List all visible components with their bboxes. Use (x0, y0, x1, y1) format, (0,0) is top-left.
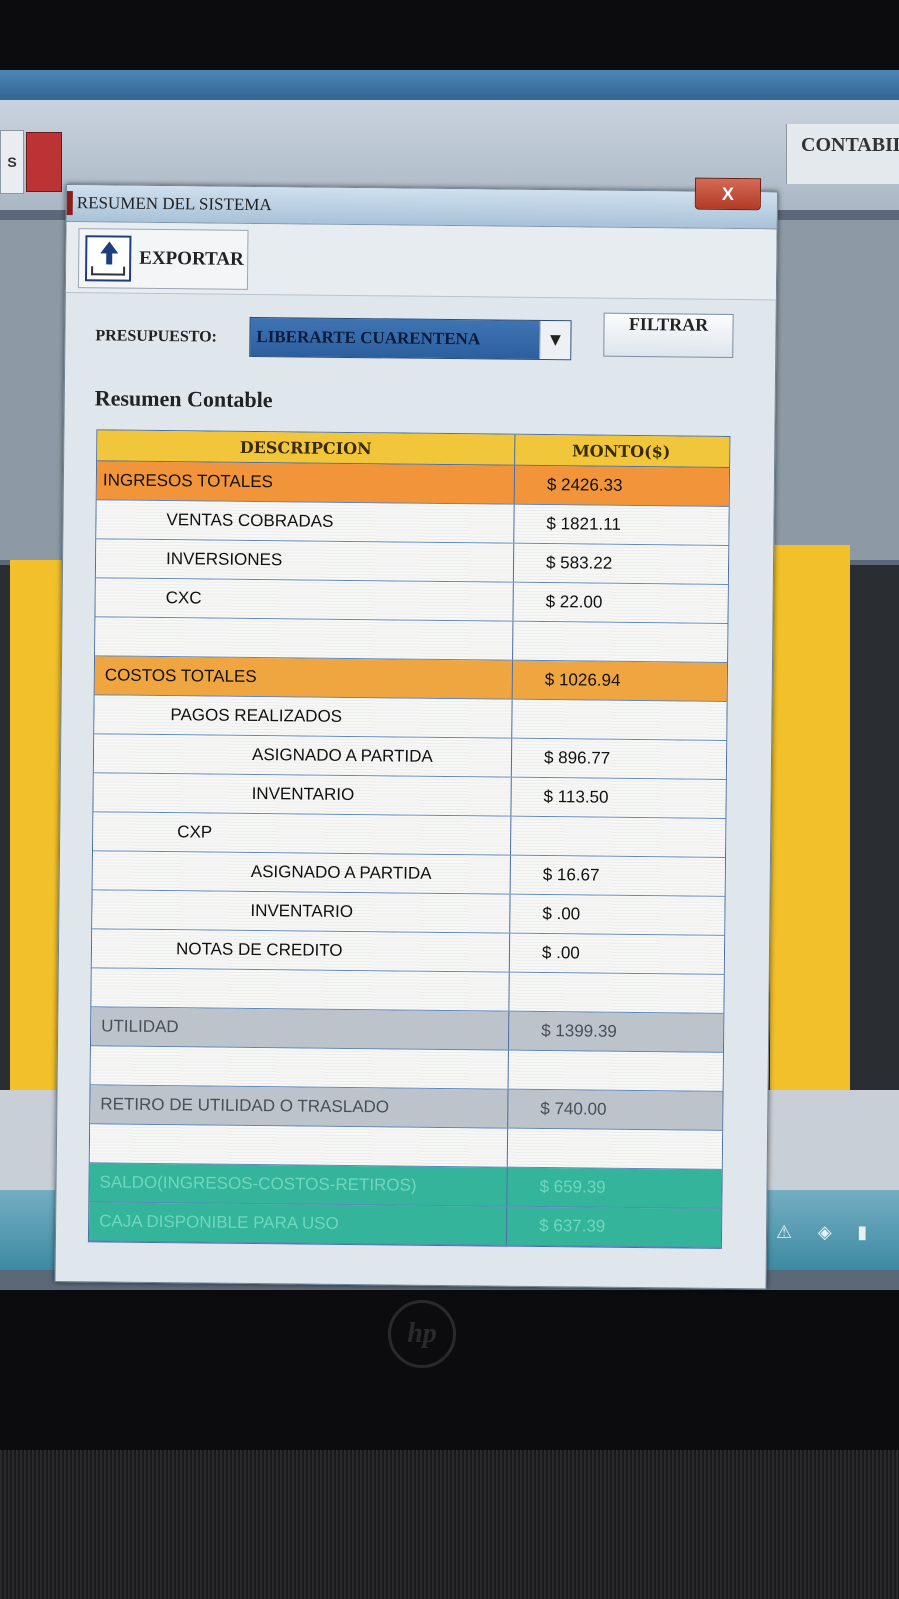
table-row[interactable] (91, 968, 724, 1014)
table-row[interactable]: SALDO(INGRESOS-COSTOS-RETIROS) $ 659.39 (89, 1163, 722, 1209)
summary-dialog: RESUMEN DEL SISTEMA X EXPORTAR PRESUPUES… (54, 177, 778, 1290)
row-description: CXP (93, 812, 512, 855)
table-row[interactable]: INVERSIONES $ 583.22 (95, 539, 729, 585)
export-button[interactable]: EXPORTAR (77, 228, 249, 290)
row-description: UTILIDAD (90, 1007, 510, 1050)
filter-row: PRESUPUESTO: LIBERARTE CUARENTENA ▼ FILT… (65, 293, 776, 382)
filter-button[interactable]: FILTRAR (603, 312, 734, 358)
table-row[interactable]: RETIRO DE UTILIDAD O TRASLADO $ 740.00 (90, 1085, 723, 1131)
table-row[interactable]: ASIGNADO A PARTIDA $ 896.77 (93, 734, 727, 780)
row-amount: $ 583.22 (545, 553, 613, 573)
row-amount: $ 1026.94 (544, 670, 621, 690)
row-amount: $ 16.67 (542, 865, 600, 885)
table-row[interactable]: CAJA DISPONIBLE PARA USO $ 637.39 (88, 1202, 722, 1248)
row-description: CAJA DISPONIBLE PARA USO (88, 1202, 508, 1245)
row-amount (509, 1051, 721, 1091)
export-label: EXPORTAR (139, 247, 244, 270)
row-amount (511, 817, 723, 857)
row-description (89, 1124, 509, 1167)
budget-label: PRESUPUESTO: (95, 327, 218, 346)
dialog-title: RESUMEN DEL SISTEMA (76, 193, 272, 215)
row-description (90, 1046, 509, 1089)
row-description: CXC (95, 578, 514, 621)
row-amount: $ .00 (542, 904, 581, 924)
row-description: ASIGNADO A PARTIDA (92, 851, 511, 894)
column-header-description[interactable]: DESCRIPCION (97, 430, 516, 465)
row-amount: $ 22.00 (545, 592, 603, 612)
table-row[interactable]: INGRESOS TOTALES $ 2426.33 (96, 461, 730, 507)
table-row[interactable] (95, 617, 728, 663)
monitor-screen: S CONTABIL ES ? ⚠ ◈ ▮ RESUMEN DEL SISTEM… (0, 70, 899, 1290)
row-description: INGRESOS TOTALES (96, 461, 516, 504)
summary-table: DESCRIPCION MONTO($) INGRESOS TOTALES $ 2… (87, 429, 731, 1249)
row-amount: $ 1821.11 (546, 514, 621, 534)
row-description: RETIRO DE UTILIDAD O TRASLADO (90, 1085, 509, 1128)
row-description: INVERSIONES (95, 539, 515, 582)
row-amount: $ 637.39 (539, 1216, 606, 1236)
table-row[interactable] (90, 1046, 723, 1092)
row-amount: $ 113.50 (543, 787, 609, 807)
table-row[interactable]: COSTOS TOTALES $ 1026.94 (94, 656, 728, 702)
chevron-down-icon[interactable]: ▼ (539, 320, 571, 360)
row-description: ASIGNADO A PARTIDA (93, 734, 513, 777)
row-description: PAGOS REALIZADOS (94, 695, 513, 738)
table-row[interactable]: NOTAS DE CREDITO $ .00 (91, 929, 725, 975)
row-amount (513, 622, 725, 662)
row-amount: $ 1399.39 (541, 1021, 617, 1041)
app-left-tab[interactable]: S (0, 130, 24, 194)
row-description: COSTOS TOTALES (94, 656, 514, 699)
section-title: Resumen Contable (94, 385, 273, 413)
dialog-toolbar: EXPORTAR (65, 222, 777, 301)
row-description: SALDO(INGRESOS-COSTOS-RETIROS) (89, 1163, 508, 1206)
table-row[interactable]: UTILIDAD $ 1399.39 (90, 1007, 724, 1053)
table-row[interactable] (89, 1124, 723, 1170)
row-amount: $ 659.39 (539, 1177, 606, 1197)
row-description (91, 968, 510, 1011)
row-amount: $ 896.77 (543, 748, 611, 768)
export-icon (84, 235, 132, 282)
tray-icons[interactable]: ⚠ ◈ ▮ (776, 1222, 877, 1243)
close-button[interactable]: X (694, 177, 762, 211)
row-amount: $ 740.00 (540, 1099, 607, 1119)
budget-select[interactable]: LIBERARTE CUARENTENA ▼ (249, 316, 572, 361)
yellow-bar-right (770, 545, 850, 1105)
row-amount: $ .00 (541, 943, 580, 963)
app-icon (66, 191, 73, 216)
row-description: INVENTARIO (92, 890, 511, 933)
row-amount (512, 700, 724, 740)
table-row[interactable]: INVENTARIO $ 113.50 (93, 773, 726, 819)
table-row[interactable]: CXC $ 22.00 (95, 578, 728, 624)
table-row[interactable]: ASIGNADO A PARTIDA $ 16.67 (92, 851, 725, 897)
monitor-bezel (0, 1450, 899, 1599)
hp-logo: hp (388, 1300, 456, 1368)
row-description: INVENTARIO (93, 773, 512, 816)
calculator-icon[interactable] (26, 132, 62, 192)
row-description (95, 617, 514, 660)
row-amount: $ 2426.33 (546, 475, 623, 495)
app-titlebar (0, 70, 899, 104)
row-description: VENTAS COBRADAS (96, 500, 515, 543)
row-amount (509, 973, 721, 1013)
row-amount (508, 1129, 720, 1169)
table-row[interactable]: CXP (93, 812, 726, 858)
column-header-amount[interactable]: MONTO($) (515, 435, 727, 467)
row-description: NOTAS DE CREDITO (91, 929, 511, 972)
table-row[interactable]: PAGOS REALIZADOS (94, 695, 727, 741)
table-row[interactable]: INVENTARIO $ .00 (92, 890, 725, 936)
tab-contabilidad[interactable]: CONTABIL (786, 124, 899, 184)
budget-selected-value: LIBERARTE CUARENTENA (256, 327, 481, 349)
table-row[interactable]: VENTAS COBRADAS $ 1821.11 (96, 500, 729, 546)
